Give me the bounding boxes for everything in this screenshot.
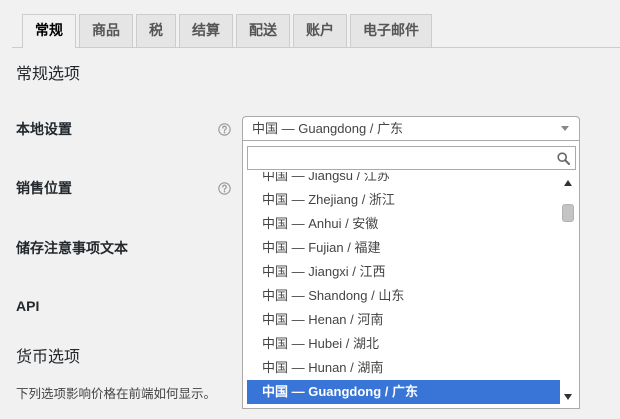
base-location-dropdown: 中国 — Jiangsu / 江苏 中国 — Zhejiang / 浙江 中国 … (242, 141, 580, 409)
selling-location-help-icon[interactable] (218, 182, 231, 195)
selling-location-label: 销售位置 (16, 180, 72, 196)
dropdown-option-guangdong[interactable]: 中国 — Guangdong / 广东 (247, 380, 560, 404)
dropdown-option-list: 中国 — Jiangsu / 江苏 中国 — Zhejiang / 浙江 中国 … (247, 172, 560, 404)
store-notice-text-label: 储存注意事项文本 (16, 240, 128, 256)
dropdown-results: 中国 — Jiangsu / 江苏 中国 — Zhejiang / 浙江 中国 … (247, 172, 560, 406)
chevron-down-icon (561, 126, 569, 131)
dropdown-option-jiangxi[interactable]: 中国 — Jiangxi / 江西 (247, 260, 560, 284)
base-location-help-icon[interactable] (218, 123, 231, 136)
base-location-select[interactable]: 中国 — Guangdong / 广东 (242, 116, 580, 141)
api-label: API (16, 298, 40, 314)
dropdown-option-jiangsu[interactable]: 中国 — Jiangsu / 江苏 (247, 172, 560, 188)
dropdown-search-input[interactable] (248, 147, 558, 169)
dropdown-search-box (247, 146, 576, 170)
tab-checkout[interactable]: 结算 (179, 14, 233, 47)
dropdown-option-henan[interactable]: 中国 — Henan / 河南 (247, 308, 560, 332)
general-options-heading: 常规选项 (16, 66, 81, 83)
dropdown-scrollbar[interactable] (560, 172, 576, 406)
base-location-selected-value: 中国 — Guangdong / 广东 (252, 121, 404, 136)
tab-accounts[interactable]: 账户 (293, 14, 347, 47)
arrow-up-icon[interactable] (564, 180, 572, 186)
currency-options-heading: 货币选项 (16, 349, 81, 366)
dropdown-option-fujian[interactable]: 中国 — Fujian / 福建 (247, 236, 560, 260)
currency-options-description: 下列选项影响价格在前端如何显示。 (16, 387, 217, 401)
settings-tabs: 常规 商品 税 结算 配送 账户 电子邮件 (22, 14, 435, 48)
dropdown-option-shandong[interactable]: 中国 — Shandong / 山东 (247, 284, 560, 308)
scrollbar-thumb[interactable] (562, 204, 574, 222)
dropdown-option-hunan[interactable]: 中国 — Hunan / 湖南 (247, 356, 560, 380)
tab-shipping[interactable]: 配送 (236, 14, 290, 47)
dropdown-option-anhui[interactable]: 中国 — Anhui / 安徽 (247, 212, 560, 236)
search-icon (557, 152, 570, 165)
tab-products[interactable]: 商品 (79, 14, 133, 47)
tab-emails[interactable]: 电子邮件 (350, 14, 432, 47)
tab-tax[interactable]: 税 (136, 14, 176, 47)
tab-general[interactable]: 常规 (22, 14, 76, 48)
settings-page: 常规 商品 税 结算 配送 账户 电子邮件 常规选项 本地设置 销售位置 储存注… (0, 0, 620, 419)
dropdown-option-zhejiang[interactable]: 中国 — Zhejiang / 浙江 (247, 188, 560, 212)
base-location-label: 本地设置 (16, 121, 72, 137)
dropdown-option-hubei[interactable]: 中国 — Hubei / 湖北 (247, 332, 560, 356)
arrow-down-icon[interactable] (564, 394, 572, 400)
